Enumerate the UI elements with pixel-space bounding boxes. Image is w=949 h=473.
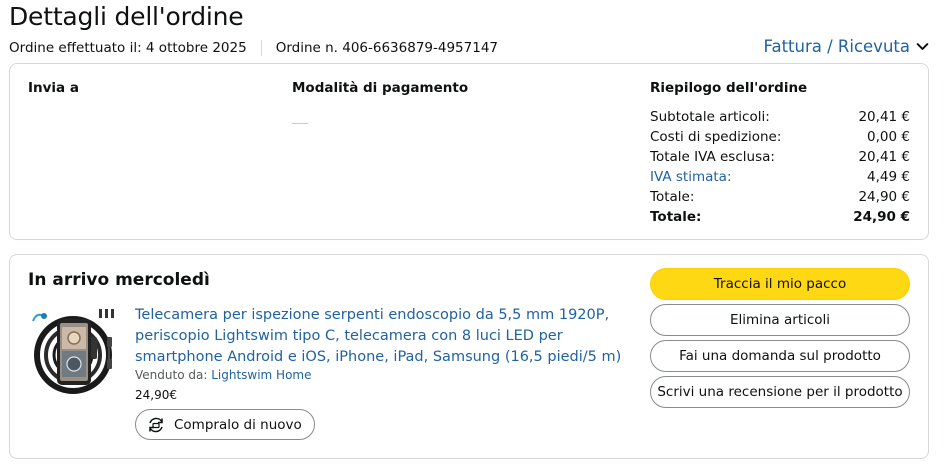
summary-value: 4,49 € <box>867 169 910 185</box>
payment-method-placeholder <box>292 123 308 124</box>
delete-items-button[interactable]: Elimina articoli <box>650 304 910 336</box>
summary-row-grand-total: Totale: 24,90 € <box>650 207 910 227</box>
order-summary-list: Subtotale articoli: 20,41 € Costi di spe… <box>650 107 910 227</box>
order-date: Ordine effettuato il: 4 ottobre 2025 <box>9 40 247 56</box>
summary-value: 24,90 € <box>853 209 910 225</box>
summary-value: 24,90 € <box>858 189 910 205</box>
product-title-link[interactable]: Telecamera per ispezione serpenti endosc… <box>135 305 625 368</box>
summary-label: Totale IVA esclusa: <box>650 149 775 165</box>
sold-by: Venduto da: Lightswim Home <box>135 368 312 382</box>
buy-again-icon <box>149 417 163 432</box>
write-review-button[interactable]: Scrivi una recensione per il prodotto <box>650 376 910 408</box>
buy-again-button[interactable]: Compralo di nuovo <box>135 409 315 440</box>
summary-row-subtotal: Subtotale articoli: 20,41 € <box>650 107 910 127</box>
arrival-status: In arrivo mercoledì <box>28 270 210 290</box>
ship-to-heading: Invia a <box>28 80 79 96</box>
summary-label: Subtotale articoli: <box>650 109 770 125</box>
order-summary-heading: Riepilogo dell'ordine <box>650 80 808 96</box>
ask-question-button[interactable]: Fai una domanda sul prodotto <box>650 340 910 372</box>
payment-method-heading: Modalità di pagamento <box>292 80 469 96</box>
order-meta: Ordine effettuato il: 4 ottobre 2025 Ord… <box>9 40 498 56</box>
product-image[interactable] <box>27 307 119 397</box>
shipment-card: In arrivo mercoledì Telecamera per ispez… <box>9 254 929 459</box>
sold-by-label: Venduto da: <box>135 368 208 382</box>
buy-again-label: Compralo di nuovo <box>174 416 302 433</box>
meta-divider <box>260 40 262 56</box>
summary-value: 20,41 € <box>858 109 910 125</box>
summary-label: Totale: <box>650 209 702 225</box>
summary-row-shipping: Costi di spedizione: 0,00 € <box>650 127 910 147</box>
product-price: 24,90€ <box>135 388 177 402</box>
summary-label: Costi di spedizione: <box>650 129 782 145</box>
track-package-button[interactable]: Traccia il mio pacco <box>650 268 910 300</box>
summary-row-total: Totale: 24,90 € <box>650 187 910 207</box>
vat-estimate-link[interactable]: IVA stimata: <box>650 167 732 187</box>
seller-link[interactable]: Lightswim Home <box>211 368 311 382</box>
invoice-link-label: Fattura / Ricevuta <box>763 37 910 56</box>
summary-row-net-total: Totale IVA esclusa: 20,41 € <box>650 147 910 167</box>
page-title: Dettagli dell'ordine <box>9 2 244 31</box>
chevron-down-icon <box>916 43 929 50</box>
summary-value: 20,41 € <box>858 149 910 165</box>
order-number: Ordine n. 406-6636879-4957147 <box>275 40 498 56</box>
summary-value: 0,00 € <box>867 129 910 145</box>
order-summary-card: Invia a Modalità di pagamento Riepilogo … <box>9 63 929 240</box>
summary-label: Totale: <box>650 189 695 205</box>
invoice-dropdown[interactable]: Fattura / Ricevuta <box>763 37 929 56</box>
summary-row-vat: IVA stimata: 4,49 € <box>650 167 910 187</box>
